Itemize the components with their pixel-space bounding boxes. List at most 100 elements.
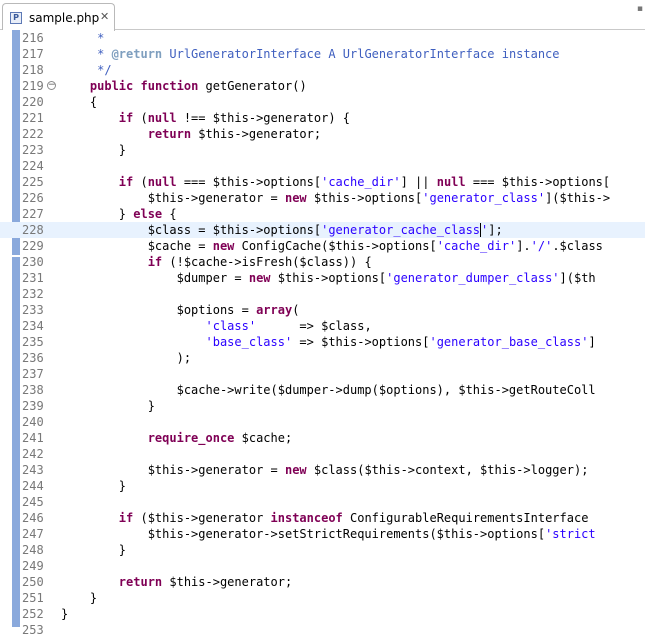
code-token: (!$cache->isFresh($class)) { [162, 255, 372, 269]
code-token: } [61, 591, 98, 605]
code-line[interactable]: 226 $this->generator = new $this->option… [0, 190, 645, 206]
line-number: 226 [22, 191, 44, 205]
code-text: } [61, 606, 68, 622]
line-number: 246 [22, 511, 44, 525]
line-number: 221 [22, 111, 44, 125]
code-line[interactable]: 217 * @return UrlGeneratorInterface A Ur… [0, 46, 645, 62]
code-text: if (null !== $this->generator) { [61, 110, 350, 126]
close-icon[interactable]: ✕ [100, 10, 109, 24]
line-number: 253 [22, 623, 44, 637]
code-token: ]($th [559, 271, 596, 285]
line-number: 232 [22, 287, 44, 301]
code-line[interactable]: 239 } [0, 398, 645, 414]
code-line[interactable]: 246 if ($this->generator instanceof Conf… [0, 510, 645, 526]
code-line[interactable]: 224 [0, 158, 645, 174]
code-token: $this->options[ [270, 271, 387, 285]
code-token: return [147, 127, 192, 141]
code-line[interactable]: 253 [0, 622, 645, 638]
code-token: if [147, 255, 163, 269]
code-token: $cache->write($dumper->dump($options), $… [61, 383, 596, 397]
code-line[interactable]: 242 [0, 446, 645, 462]
code-token: ( [292, 303, 300, 317]
code-token: function [140, 79, 199, 93]
code-line[interactable]: 240 [0, 414, 645, 430]
code-line[interactable]: 250 return $this->generator; [0, 574, 645, 590]
code-token: => $this->options[ [292, 335, 430, 349]
code-line[interactable]: 247 $this->generator->setStrictRequireme… [0, 526, 645, 542]
code-text: if (!$cache->isFresh($class)) { [61, 254, 372, 270]
code-line[interactable]: 252} [0, 606, 645, 622]
line-number: 243 [22, 463, 44, 477]
code-token: 'class' [205, 319, 257, 333]
code-token: 'strict [545, 527, 596, 541]
code-line[interactable]: 234 'class' => $class, [0, 318, 645, 334]
code-token: new [284, 463, 307, 477]
code-token: ] [588, 335, 596, 349]
code-token: $this->options[ [306, 191, 423, 205]
code-line[interactable]: 249 [0, 558, 645, 574]
code-line[interactable]: 228 $class = $this->options['generator_c… [0, 222, 645, 238]
code-line[interactable]: 251 } [0, 590, 645, 606]
code-token: === $this->options[ [465, 175, 611, 189]
code-line[interactable]: 229 $cache = new ConfigCache($this->opti… [0, 238, 645, 254]
line-number: 230 [22, 255, 44, 269]
code-line[interactable]: 216 * [0, 30, 645, 46]
editor-tab-bar: P sample.php ✕ ▪ [0, 0, 645, 31]
code-token: null [436, 175, 466, 189]
code-token: $class($this->context, $this->logger); [306, 463, 589, 477]
code-token: !== $this->generator) { [176, 111, 350, 125]
code-token: $cache; [234, 431, 293, 445]
tab-sample-php[interactable]: P sample.php ✕ [2, 3, 115, 31]
code-token: * [61, 47, 112, 61]
code-line[interactable]: 238 $cache->write($dumper->dump($options… [0, 382, 645, 398]
code-line[interactable]: 231 $dumper = new $this->options['genera… [0, 270, 645, 286]
code-line[interactable]: 241 require_once $cache; [0, 430, 645, 446]
code-token: $this->generator->setStrictRequirements(… [61, 527, 546, 541]
code-line[interactable]: 223 } [0, 142, 645, 158]
code-token: ( [133, 111, 148, 125]
code-text: } [61, 590, 97, 606]
code-line[interactable]: 221 if (null !== $this->generator) { [0, 110, 645, 126]
code-line[interactable]: 218 */ [0, 62, 645, 78]
code-line[interactable]: 232 [0, 286, 645, 302]
code-line[interactable]: 245 [0, 494, 645, 510]
code-line[interactable]: 220 { [0, 94, 645, 110]
code-token: 'generator_cache_class [321, 223, 481, 237]
code-token: return [118, 575, 163, 589]
line-number: 240 [22, 415, 44, 429]
code-line[interactable]: 248 } [0, 542, 645, 558]
code-line[interactable]: 227 } else { [0, 206, 645, 222]
code-token: @return [111, 47, 163, 61]
line-number: 233 [22, 303, 44, 317]
line-number: 219 [22, 79, 44, 93]
code-token: $class = $this->options[ [61, 223, 322, 237]
line-number: 248 [22, 543, 44, 557]
code-line[interactable]: 236 ); [0, 350, 645, 366]
code-line[interactable]: 243 $this->generator = new $class($this-… [0, 462, 645, 478]
code-editor[interactable]: 216 * 217 * @return UrlGeneratorInterfac… [0, 30, 645, 637]
code-token: .$class [552, 239, 603, 253]
code-line[interactable]: 219− public function getGenerator() [0, 78, 645, 94]
code-line[interactable]: 233 $options = array( [0, 302, 645, 318]
code-text: } [61, 142, 126, 158]
line-number: 222 [22, 127, 44, 141]
code-line[interactable]: 244 } [0, 478, 645, 494]
code-line[interactable]: 222 return $this->generator; [0, 126, 645, 142]
code-line[interactable]: 225 if (null === $this->options['cache_d… [0, 174, 645, 190]
line-number: 241 [22, 431, 44, 445]
code-line[interactable]: 235 'base_class' => $this->options['gene… [0, 334, 645, 350]
code-token: array [256, 303, 293, 317]
code-line[interactable]: 230 if (!$cache->isFresh($class)) { [0, 254, 645, 270]
code-line[interactable]: 237 [0, 366, 645, 382]
line-number: 252 [22, 607, 44, 621]
code-token: } [61, 207, 134, 221]
line-number: 217 [22, 47, 44, 61]
fold-toggle-icon[interactable]: − [47, 81, 56, 90]
code-token: 'generator_base_class' [429, 335, 589, 349]
code-token: 'base_class' [205, 335, 293, 349]
maximize-icon[interactable]: ▪ [637, 5, 643, 14]
